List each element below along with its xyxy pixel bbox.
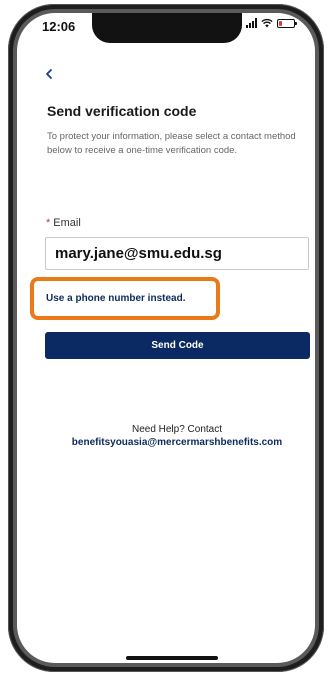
status-icons: [246, 18, 297, 28]
page-description: To protect your information, please sele…: [47, 131, 296, 156]
help-email-link[interactable]: benefitsyouasia@mercermarshbenefits.com: [32, 436, 322, 450]
send-code-button[interactable]: Send Code: [45, 332, 310, 359]
help-text: Need Help? Contact: [131, 424, 223, 435]
help-section: Need Help? Contact benefitsyouasia@merce…: [32, 423, 322, 450]
cellular-signal-icon: [246, 18, 257, 28]
email-label: * Email: [46, 217, 81, 229]
back-chevron-icon[interactable]: [42, 66, 56, 82]
home-indicator[interactable]: [126, 656, 218, 660]
use-phone-number-link[interactable]: Use a phone number instead.: [46, 293, 185, 304]
page-title: Send verification code: [47, 103, 197, 119]
phone-notch: [92, 13, 242, 43]
email-label-text: Email: [53, 217, 81, 229]
wifi-icon: [261, 18, 273, 28]
battery-icon: [277, 18, 297, 28]
status-time: 12:06: [42, 19, 76, 34]
email-input[interactable]: [45, 237, 309, 270]
required-marker: *: [46, 217, 51, 229]
